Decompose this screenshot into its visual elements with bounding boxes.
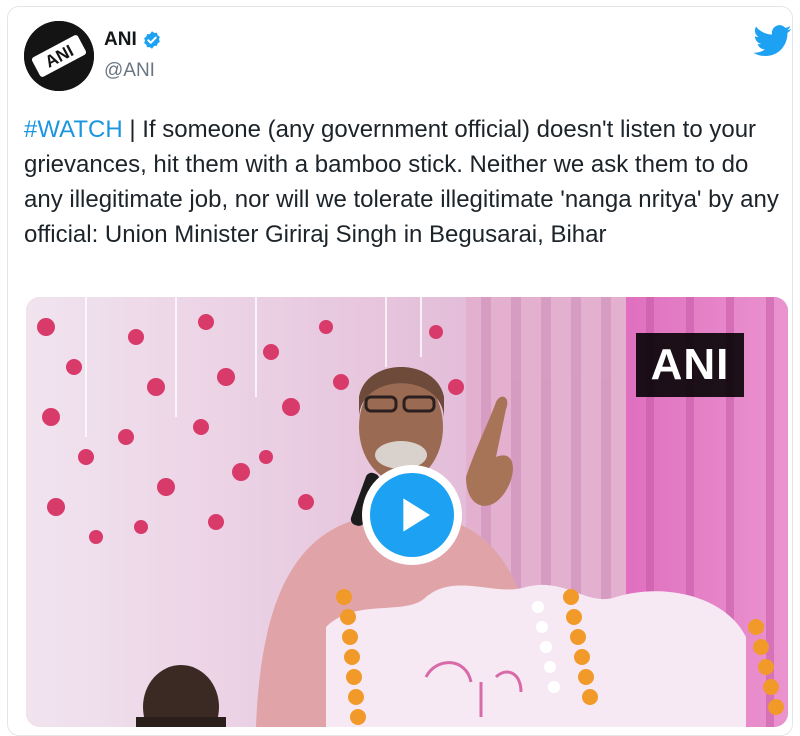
avatar[interactable]: ANI — [24, 21, 94, 91]
ani-logo-icon: ANI — [24, 21, 94, 91]
hashtag-link[interactable]: #WATCH — [24, 116, 123, 143]
twitter-bird-icon[interactable] — [754, 25, 792, 57]
tweet-card[interactable]: ANI ANI @ANI #WATCH | If someone (any go… — [7, 6, 793, 736]
play-icon — [403, 498, 430, 532]
video-player[interactable]: ANI — [26, 297, 788, 727]
verified-badge-icon — [143, 31, 160, 49]
display-name[interactable]: ANI — [104, 29, 137, 51]
author-name-row: ANI — [104, 29, 162, 51]
ani-watermark: ANI — [636, 333, 744, 397]
user-handle[interactable]: @ANI — [104, 60, 155, 82]
tweet-text: #WATCH | If someone (any government offi… — [24, 112, 784, 252]
hashtag-separator: | — [122, 116, 143, 143]
play-button[interactable] — [362, 465, 462, 565]
play-button-circle — [370, 473, 454, 557]
